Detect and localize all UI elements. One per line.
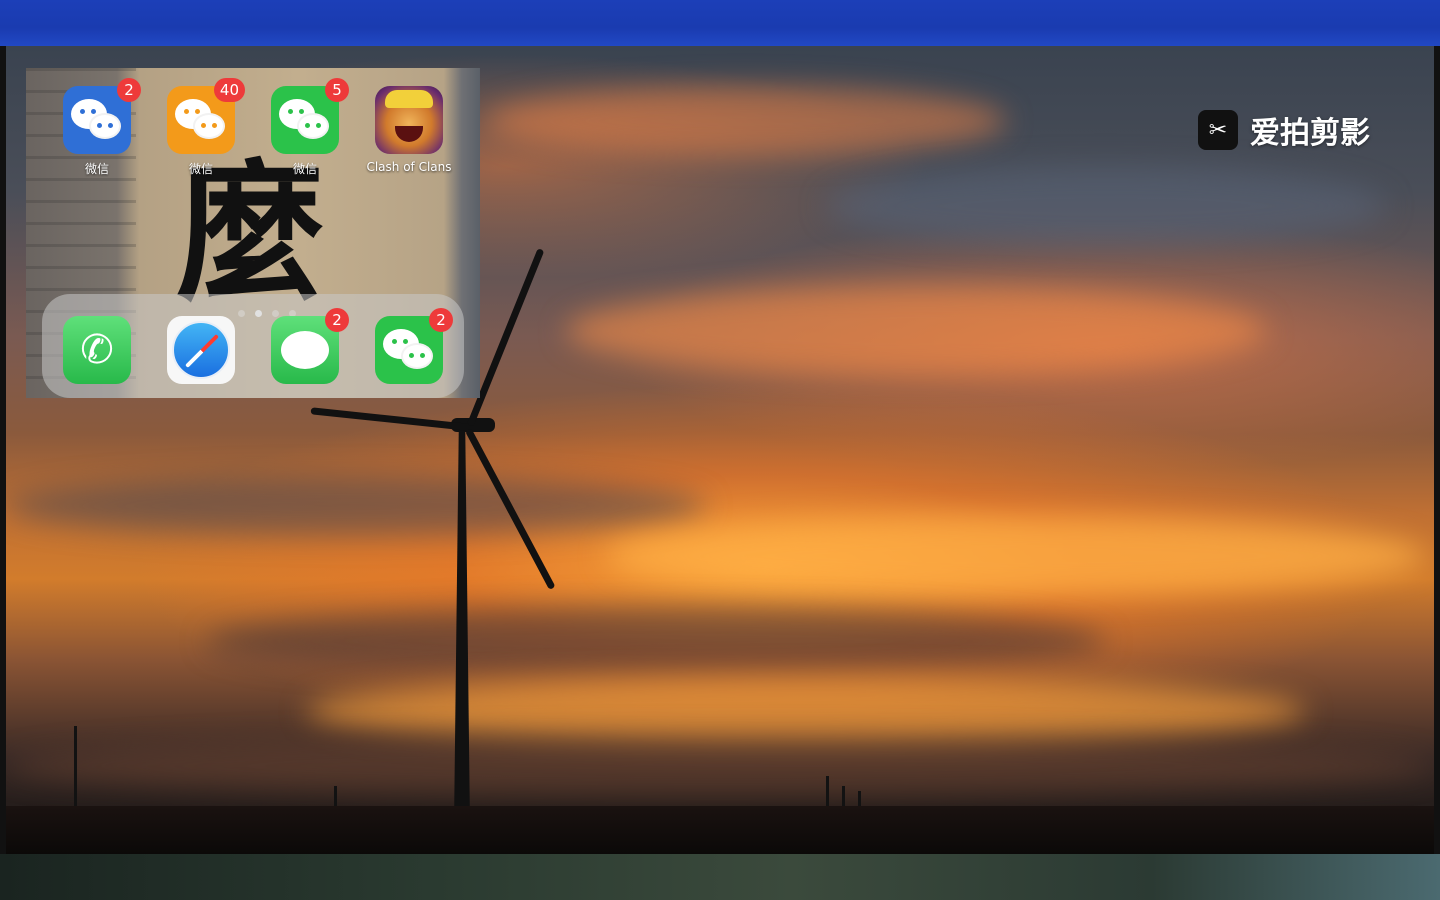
- notification-badge: 40: [213, 78, 245, 102]
- phone-icon: ✆: [63, 316, 131, 384]
- dock-app-messages[interactable]: 2: [260, 308, 350, 384]
- wechat-icon: 2: [63, 78, 141, 154]
- notification-badge: 2: [429, 308, 453, 332]
- cloud: [206, 606, 1106, 676]
- safari-icon: [167, 316, 235, 384]
- app-wechat-2[interactable]: 40 微信: [156, 78, 246, 177]
- dock: ✆ 2 2: [42, 294, 464, 398]
- notification-badge: 2: [117, 78, 141, 102]
- windmill-blade: [310, 407, 471, 431]
- app-label: 微信: [84, 162, 109, 176]
- app-label: 微信: [292, 162, 317, 176]
- top-bar: [0, 0, 1440, 46]
- app-wechat-1[interactable]: 2 微信: [52, 78, 142, 177]
- notification-badge: 2: [325, 308, 349, 332]
- watermark-text: 爱拍剪影: [1250, 116, 1370, 151]
- distant-mast: [74, 726, 77, 806]
- cloud: [606, 516, 1426, 596]
- ground-silhouette: [6, 806, 1434, 854]
- messages-icon: 2: [271, 308, 349, 384]
- bottom-bar: [0, 854, 1440, 900]
- wechat-icon: 40: [167, 78, 245, 154]
- wechat-icon: 5: [271, 78, 349, 154]
- app-clash-of-clans[interactable]: Clash of Clans: [364, 86, 454, 174]
- app-wechat-3[interactable]: 5 微信: [260, 78, 350, 177]
- dock-app-phone[interactable]: ✆: [52, 316, 142, 384]
- clash-of-clans-icon: [375, 86, 443, 154]
- notification-badge: 5: [325, 78, 349, 102]
- cloud: [486, 86, 1006, 156]
- app-grid: 2 微信 40 微信 5 微信 Clash of Clans: [26, 68, 480, 188]
- dock-app-safari[interactable]: [156, 316, 246, 384]
- app-label: 微信: [188, 162, 213, 176]
- cloud: [6, 736, 1434, 796]
- cloud: [826, 166, 1386, 246]
- dock-app-wechat[interactable]: 2: [364, 308, 454, 384]
- scissors-icon: ✂: [1198, 110, 1238, 150]
- wechat-icon: 2: [375, 308, 453, 384]
- phone-home-screen: 麼 2 微信 40 微信 5 微信 Clash of Clans ✆ 2 2: [26, 68, 480, 398]
- cloud: [6, 476, 706, 536]
- watermark: ✂ 爱拍剪影: [1198, 108, 1370, 152]
- cloud: [566, 286, 1266, 376]
- app-label: Clash of Clans: [366, 160, 452, 174]
